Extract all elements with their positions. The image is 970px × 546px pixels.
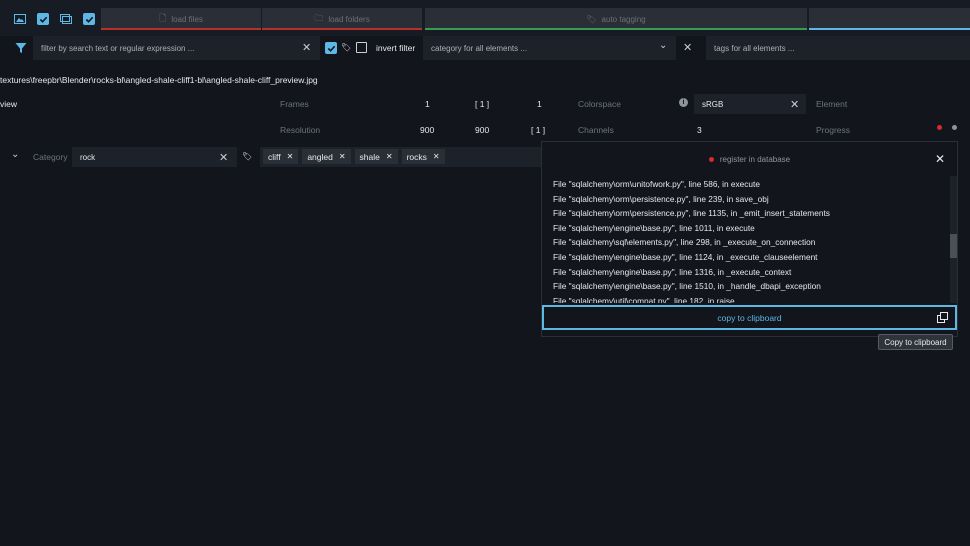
remove-tag-icon[interactable]: ✕ [433,152,440,161]
category-placeholder: category for all elements ... [431,43,528,53]
auto-tagging-bar [425,28,807,30]
tag-label: cliff [268,151,281,162]
tag-label: shale [359,151,380,162]
copy-button-label: copy to clipboard [717,312,782,323]
element-label: Element [816,99,848,109]
filter-icon[interactable] [13,40,29,56]
category-label: Category [33,152,68,162]
copy-to-clipboard-button[interactable]: copy to clipboard [542,305,957,330]
load-files-label: load files [171,14,203,24]
load-folders-label: load folders [328,14,370,24]
category-input[interactable]: rock [72,147,237,167]
copy-tooltip: Copy to clipboard [878,334,953,350]
remove-tag-icon[interactable]: ✕ [339,152,346,161]
preview-label: view [0,99,18,109]
clear-colorspace-icon[interactable]: ✕ [790,98,799,111]
tag-chip[interactable]: angled ✕ [302,149,351,164]
file-icon: 🗋 [159,13,167,23]
log-line: File "sqlalchemy\orm\persistence.py", li… [553,193,769,204]
log-line: File "sqlalchemy\sql\elements.py", line … [553,237,816,248]
colorspace-value: sRGB [702,99,724,109]
tag-chip[interactable]: shale ✕ [354,149,398,164]
log-output[interactable]: File "sqlalchemy\orm\unitofwork.py", lin… [542,176,950,303]
load-folders-button[interactable]: 🗀 load folders [262,8,422,30]
progress-dot-red [937,125,942,130]
checkbox-2[interactable] [83,13,95,25]
clear-search-icon[interactable]: ✕ [302,41,311,54]
channels-value: 3 [697,125,702,135]
window-icon[interactable] [58,11,74,27]
auto-tagging-label: auto tagging [601,14,646,24]
category-value: rock [80,152,96,162]
frames-value-2: [ 1 ] [475,99,490,109]
dialog-title: register in database [719,154,791,164]
frames-value-3: 1 [537,99,542,109]
tag-label: angled [307,151,333,162]
checkbox-1[interactable] [37,13,49,25]
invert-filter-checkbox[interactable] [356,42,367,53]
load-files-bar [101,28,261,30]
right-tab-bar [809,28,970,30]
info-icon[interactable]: i [679,98,688,107]
log-line: File "sqlalchemy\engine\base.py", line 1… [553,281,821,292]
log-line: File "sqlalchemy\orm\unitofwork.py", lin… [553,179,760,189]
resolution-ratio: [ 1 ] [531,125,546,135]
chevron-down-icon[interactable]: ⌄ [11,149,19,160]
tag-icon: 🏷 [242,152,253,161]
log-line: File "sqlalchemy\engine\base.py", line 1… [553,222,755,233]
log-line: File "sqlalchemy\engine\base.py", line 1… [553,251,818,262]
auto-tagging-button[interactable]: 🏷 auto tagging [425,8,807,30]
close-icon[interactable]: ✕ [935,152,945,166]
scrollbar-thumb[interactable] [950,234,957,258]
frames-value-1: 1 [425,99,430,109]
right-tab-button[interactable] [809,8,970,30]
dialog-header: register in database [542,142,957,176]
category-select[interactable]: category for all elements ... [423,36,676,60]
tag-label: rocks [406,151,427,162]
tags-icon: 🏷 [586,14,597,24]
filter-checkbox[interactable] [325,42,337,54]
clear-category-icon[interactable]: ✕ [683,41,692,54]
progress-dot-grey [952,125,957,130]
resolution-label: Resolution [280,125,321,135]
search-input[interactable]: filter by search text or regular express… [33,36,320,60]
clear-category-value-icon[interactable]: ✕ [219,151,228,164]
image-view-icon[interactable] [12,11,28,27]
resolution-height: 900 [475,125,490,135]
chevron-down-icon[interactable]: ⌄ [659,40,667,51]
log-line: File "sqlalchemy\util\compat.py", line 1… [553,295,735,303]
tag-list: cliff ✕ angled ✕ shale ✕ rocks ✕ [263,149,445,164]
progress-label: Progress [816,125,851,135]
file-path: textures\freepbr\Blender\rocks-bl\angled… [0,75,318,85]
colorspace-label: Colorspace [578,99,621,109]
log-scrollbar[interactable] [950,176,957,303]
register-dialog: register in database ✕ File "sqlalchemy\… [541,141,958,337]
tag-chip[interactable]: rocks ✕ [401,149,445,164]
resolution-width: 900 [420,125,435,135]
tag-filter-icon: 🏷 [341,43,352,52]
copy-icon [937,312,948,325]
load-folders-bar [262,28,422,30]
tags-input[interactable]: tags for all elements ... [706,36,970,60]
search-placeholder: filter by search text or regular express… [41,43,195,53]
load-files-button[interactable]: 🗋 load files [101,8,261,30]
tags-placeholder: tags for all elements ... [714,43,795,53]
status-dot [708,156,714,162]
remove-tag-icon[interactable]: ✕ [287,152,294,161]
channels-label: Channels [578,125,614,135]
tag-chip[interactable]: cliff ✕ [263,149,299,164]
log-line: File "sqlalchemy\engine\base.py", line 1… [553,266,792,277]
invert-filter-label: invert filter [376,43,416,53]
log-line: File "sqlalchemy\orm\persistence.py", li… [553,208,830,219]
frames-label: Frames [280,99,309,109]
folder-icon: 🗀 [314,13,324,23]
remove-tag-icon[interactable]: ✕ [386,152,393,161]
